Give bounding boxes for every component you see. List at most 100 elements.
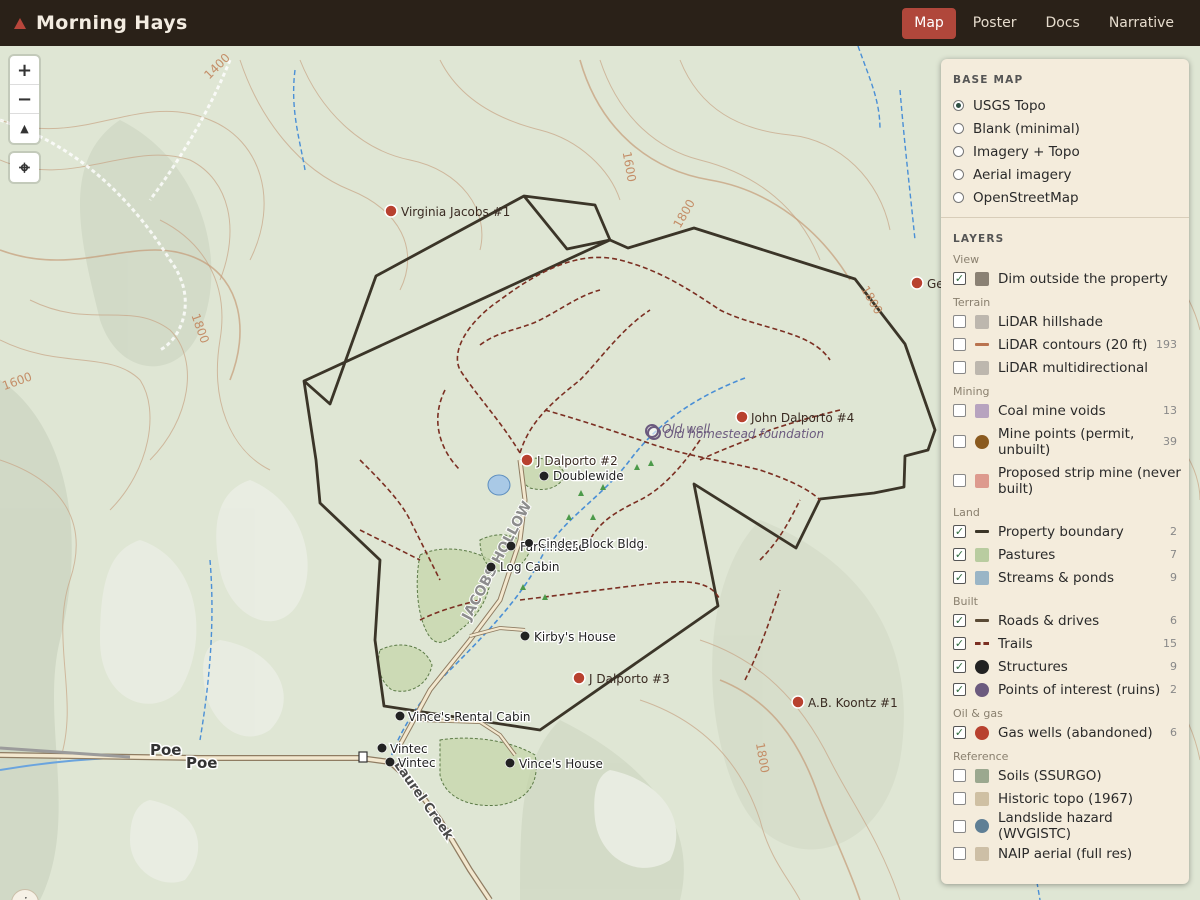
layer-swatch-icon [975, 682, 989, 697]
layer-swatch-icon [975, 271, 989, 286]
gas-well-marker[interactable]: John Dalporto #4 [735, 410, 854, 425]
radio-button[interactable] [953, 123, 964, 134]
layer-group-label: Land [953, 506, 980, 519]
layer-checkbox[interactable]: ✓ [953, 683, 966, 696]
structure-marker[interactable]: Vince's Rental Cabin [394, 709, 532, 725]
layer-count: 13 [1163, 404, 1177, 417]
structure-marker[interactable]: Vince's House [504, 756, 604, 772]
layer-label: LiDAR hillshade [998, 313, 1103, 330]
layer-label: Coal mine voids [998, 402, 1106, 419]
compass-north-icon: ▲ [20, 122, 29, 135]
base-map-option[interactable]: Aerial imagery [941, 163, 1189, 186]
layer-row[interactable]: Proposed strip mine (never built) [941, 461, 1189, 500]
base-map-option[interactable]: OpenStreetMap [941, 186, 1189, 209]
layer-count: 9 [1170, 571, 1177, 584]
layer-row[interactable]: ✓ Streams & ponds 9 [941, 566, 1189, 589]
layer-checkbox[interactable] [953, 474, 966, 487]
layer-checkbox[interactable]: ✓ [953, 571, 966, 584]
layer-swatch-icon [975, 314, 989, 329]
base-map-option[interactable]: USGS Topo [941, 94, 1189, 117]
gas-well-label: J Dalporto #3 [588, 672, 670, 686]
structure-marker[interactable]: Doublewide [538, 468, 625, 484]
base-map-option-label: Aerial imagery [973, 166, 1072, 183]
layer-checkbox[interactable] [953, 769, 966, 782]
layer-row[interactable]: ✓ Structures 9 [941, 655, 1189, 678]
layer-checkbox[interactable] [953, 847, 966, 860]
layer-checkbox[interactable]: ✓ [953, 548, 966, 561]
layer-checkbox[interactable] [953, 404, 966, 417]
layer-checkbox[interactable] [953, 819, 966, 833]
layer-row[interactable]: ✓ Roads & drives 6 [941, 609, 1189, 632]
brand[interactable]: Morning Hays [14, 12, 188, 34]
tab-map[interactable]: Map [902, 8, 956, 39]
layer-label: Dim outside the property [998, 270, 1168, 287]
structure-label: Kirby's House [534, 630, 616, 644]
layer-swatch-icon [975, 473, 989, 488]
layer-row[interactable]: ✓ Property boundary 2 [941, 520, 1189, 543]
base-map-option[interactable]: Blank (minimal) [941, 117, 1189, 140]
layer-checkbox[interactable] [953, 315, 966, 328]
layer-count: 39 [1163, 435, 1177, 448]
layer-label: Structures [998, 658, 1068, 675]
layer-checkbox[interactable] [953, 338, 966, 351]
zoom-out-button[interactable]: − [10, 85, 39, 114]
structure-marker[interactable]: Cinder Block Bldg. [524, 536, 649, 552]
layer-swatch-icon [975, 642, 989, 645]
layer-checkbox[interactable]: ✓ [953, 726, 966, 739]
layer-checkbox[interactable]: ✓ [953, 614, 966, 627]
layer-checkbox[interactable]: ✓ [953, 525, 966, 538]
layer-row[interactable]: LiDAR hillshade [941, 310, 1189, 333]
poi-marker[interactable]: Old homestead foundation [647, 426, 824, 441]
radio-button[interactable] [953, 169, 964, 180]
layer-group-label: Mining [953, 385, 990, 398]
layer-swatch-icon [975, 791, 989, 806]
road-label-poe: Poe [150, 741, 181, 759]
tab-narrative[interactable]: Narrative [1097, 8, 1186, 39]
layer-count: 7 [1170, 548, 1177, 561]
structure-label: Doublewide [553, 469, 624, 483]
locate-icon[interactable]: ⌖ [10, 153, 39, 182]
layer-row[interactable]: Mine points (permit, unbuilt) 39 [941, 422, 1189, 461]
structure-marker[interactable]: Kirby's House [519, 629, 617, 645]
layer-swatch-icon [975, 343, 989, 346]
layer-row[interactable]: ✓ Points of interest (ruins) 2 [941, 678, 1189, 701]
gas-well-label: J Dalporto #2 [536, 454, 618, 468]
navigation-controls: + − ▲ [10, 56, 39, 143]
layer-checkbox[interactable]: ✓ [953, 637, 966, 650]
layer-row[interactable]: ✓ Gas wells (abandoned) 6 [941, 721, 1189, 744]
layer-checkbox[interactable] [953, 361, 966, 374]
layer-checkbox[interactable]: ✓ [953, 660, 966, 673]
layer-group-label: Terrain [953, 296, 991, 309]
layer-label: Proposed strip mine (never built) [998, 464, 1181, 497]
layer-row[interactable]: Historic topo (1967) [941, 787, 1189, 810]
layer-checkbox[interactable] [953, 792, 966, 805]
gas-well-marker[interactable]: Virginia Jacobs #1 [384, 204, 510, 219]
layer-row[interactable]: Soils (SSURGO) [941, 764, 1189, 787]
radio-button[interactable] [953, 100, 964, 111]
layer-swatch-icon [975, 434, 989, 449]
tab-poster[interactable]: Poster [961, 8, 1029, 39]
compass-icon[interactable]: ▲ [10, 114, 39, 143]
layer-row[interactable]: LiDAR multidirectional [941, 356, 1189, 379]
structure-label: Vintec [390, 742, 428, 756]
layer-row[interactable]: Coal mine voids 13 [941, 399, 1189, 422]
gas-well-marker[interactable]: A.B. Koontz #1 [791, 695, 898, 710]
layer-checkbox[interactable]: ✓ [953, 272, 966, 285]
layer-swatch-icon [975, 659, 989, 674]
layer-row[interactable]: LiDAR contours (20 ft) 193 [941, 333, 1189, 356]
bridge-marker [358, 751, 368, 763]
radio-button[interactable] [953, 192, 964, 203]
layer-label: Pastures [998, 546, 1056, 563]
layer-row[interactable]: Landslide hazard (WVGISTC) [941, 810, 1189, 842]
layer-row[interactable]: ✓ Dim outside the property [941, 267, 1189, 290]
top-bar: Morning Hays Map Poster Docs Narrative [0, 0, 1200, 46]
zoom-in-button[interactable]: + [10, 56, 39, 85]
layer-row[interactable]: NAIP aerial (full res) [941, 842, 1189, 865]
base-map-option[interactable]: Imagery + Topo [941, 140, 1189, 163]
gas-well-marker[interactable]: Ge [910, 276, 944, 291]
layer-row[interactable]: ✓ Pastures 7 [941, 543, 1189, 566]
radio-button[interactable] [953, 146, 964, 157]
tab-docs[interactable]: Docs [1033, 8, 1091, 39]
layer-checkbox[interactable] [953, 435, 966, 448]
layer-row[interactable]: ✓ Trails 15 [941, 632, 1189, 655]
